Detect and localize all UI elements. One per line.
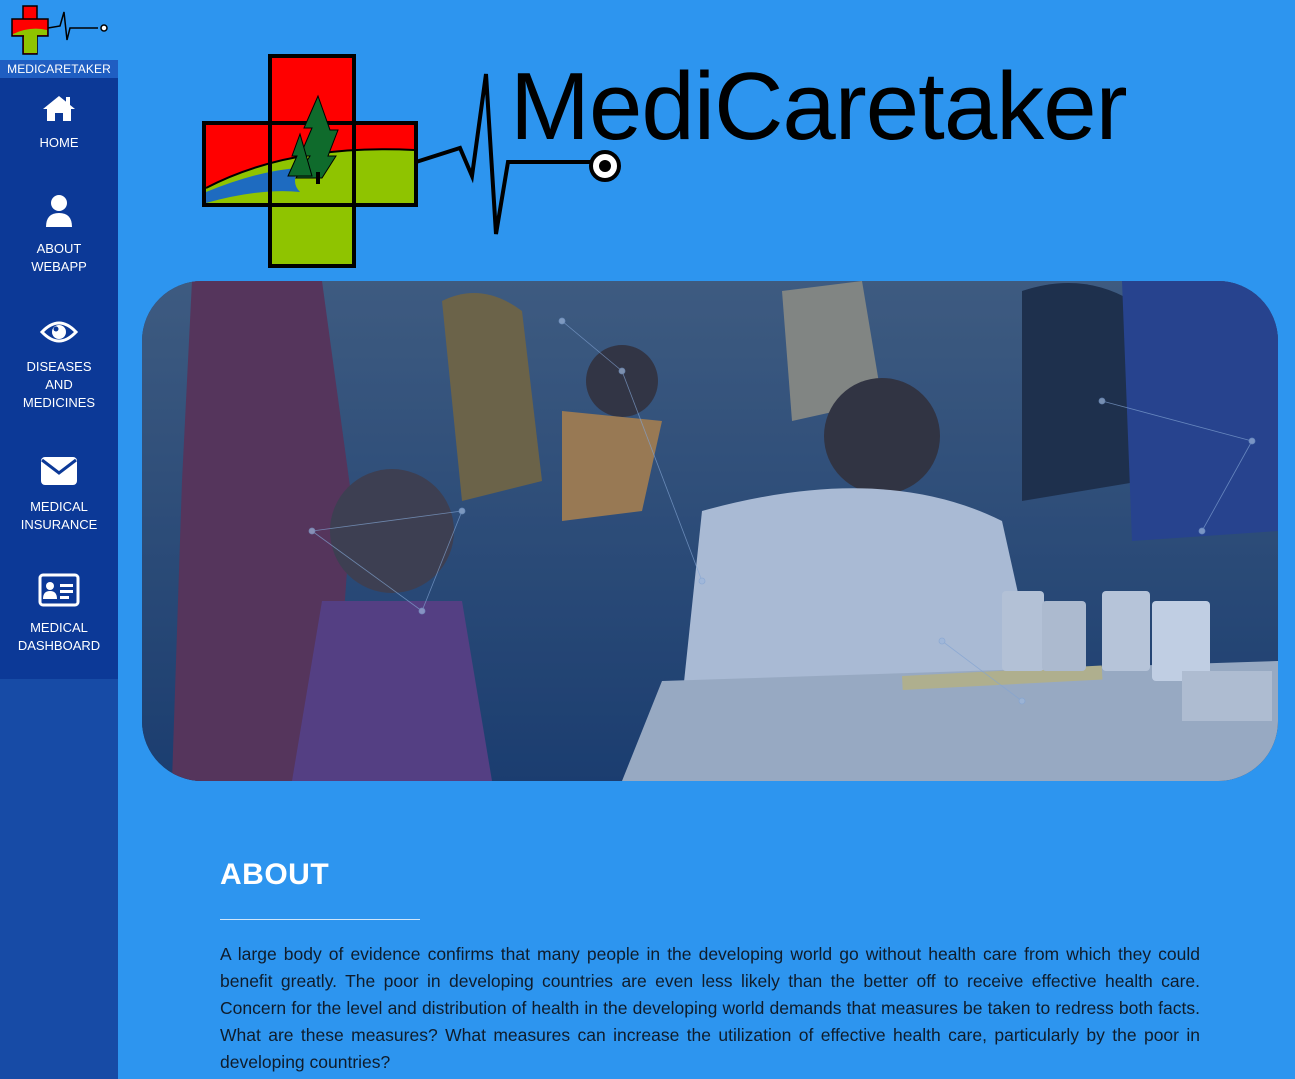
hero-image: [142, 281, 1278, 781]
sidebar-logo[interactable]: MEDICARETAKER: [0, 0, 118, 78]
sidebar-item-label: MEDICAL DASHBOARD: [17, 620, 101, 653]
sidebar-item-label: ABOUT WEBAPP: [31, 241, 87, 274]
user-icon: [46, 195, 72, 227]
sidebar-item-label: DISEASES AND MEDICINES: [22, 359, 96, 410]
sidebar: MEDICARETAKER HOME ABOUT WEBAPP DISEASES…: [0, 0, 118, 1079]
sidebar-item-label: HOME: [39, 135, 79, 150]
about-heading: ABOUT: [220, 858, 330, 891]
sidebar-brand-label: MEDICARETAKER: [0, 60, 118, 78]
clinic-scene-image: [142, 281, 1278, 781]
id-card-icon: [38, 573, 80, 607]
sidebar-item-home[interactable]: HOME: [0, 94, 118, 152]
sidebar-item-medical-dashboard[interactable]: MEDICAL DASHBOARD: [0, 573, 118, 655]
eye-icon: [40, 321, 78, 343]
sidebar-item-about-webapp[interactable]: ABOUT WEBAPP: [0, 194, 118, 276]
home-icon: [43, 96, 75, 121]
sidebar-item-diseases-and-medicines[interactable]: DISEASES AND MEDICINES: [0, 318, 118, 412]
envelope-icon: [41, 457, 77, 485]
sidebar-item-medical-insurance[interactable]: MEDICAL INSURANCE: [0, 456, 118, 534]
sidebar-item-label: MEDICAL INSURANCE: [20, 499, 98, 532]
about-divider: [220, 919, 420, 920]
brand-title: MediCaretaker: [510, 53, 1128, 160]
medicaretaker-logo-icon: [11, 5, 108, 55]
about-body-text: A large body of evidence confirms that m…: [220, 944, 1200, 1072]
